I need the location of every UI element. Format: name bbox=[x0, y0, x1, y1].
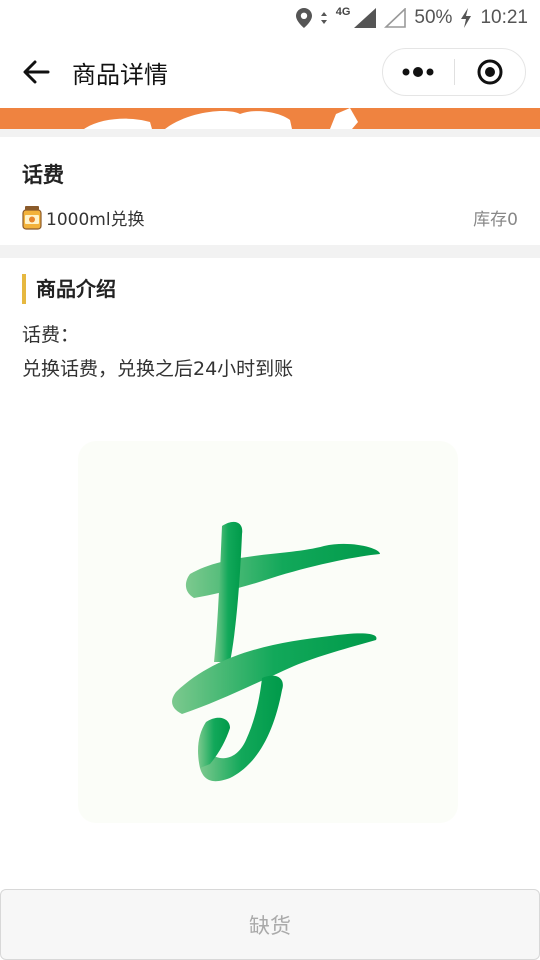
intro-text: 话费： bbox=[22, 324, 80, 346]
logo-glyph bbox=[172, 521, 380, 782]
intro-text: 兑换话费，兑换之后24小时到账 bbox=[22, 358, 294, 380]
nav-bar: 商品详情 bbox=[0, 36, 540, 108]
bottom-bar: 缺货 bbox=[0, 889, 540, 960]
signal-empty-icon bbox=[384, 8, 407, 28]
network-type: 4G bbox=[335, 6, 351, 18]
product-name: 话费 bbox=[22, 163, 64, 187]
price-row: 1000ml兑换 bbox=[22, 205, 145, 230]
section-divider bbox=[0, 129, 540, 137]
intro-heading: 商品介绍 bbox=[22, 274, 116, 304]
location-icon bbox=[295, 8, 312, 28]
more-button[interactable] bbox=[383, 49, 454, 95]
product-logo-image bbox=[78, 441, 458, 823]
back-arrow-icon bbox=[23, 60, 50, 84]
stock-text: 库存0 bbox=[473, 210, 518, 230]
signal-icon bbox=[354, 8, 377, 28]
price-text: 1000ml兑换 bbox=[46, 210, 145, 230]
jar-icon bbox=[22, 205, 42, 230]
charging-icon bbox=[460, 8, 472, 28]
back-button[interactable] bbox=[0, 36, 72, 108]
clock-time: 10:21 bbox=[480, 7, 528, 28]
battery-percent: 50% bbox=[414, 7, 453, 28]
page-title: 商品详情 bbox=[72, 60, 168, 89]
close-target-icon bbox=[477, 59, 503, 85]
product-intro: 商品介绍 话费： 兑换话费，兑换之后24小时到账 bbox=[0, 258, 540, 888]
section-divider bbox=[0, 245, 540, 258]
sold-out-button[interactable]: 缺货 bbox=[0, 889, 540, 960]
close-button[interactable] bbox=[455, 49, 526, 95]
mini-program-capsule bbox=[382, 48, 526, 96]
product-banner-image bbox=[0, 108, 540, 129]
product-info: 话费 1000ml兑换 库存0 bbox=[0, 137, 540, 245]
wifi-arrows-icon bbox=[320, 10, 328, 26]
status-bar: 4G 50% 10:21 bbox=[0, 0, 540, 36]
more-dots-icon bbox=[402, 67, 434, 77]
